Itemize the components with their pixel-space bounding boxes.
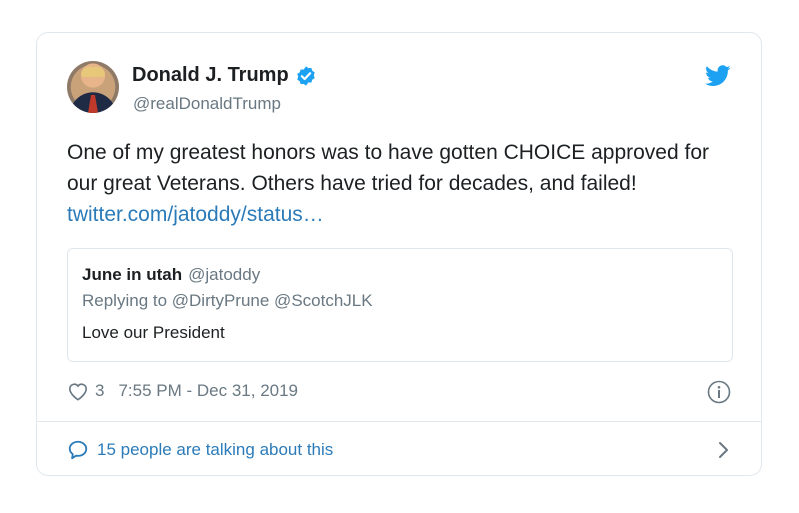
author-name-row: Donald J. Trump	[132, 64, 317, 87]
conversation-label[interactable]: 15 people are talking about this	[97, 440, 333, 460]
tweet-text: One of my greatest honors was to have go…	[67, 137, 737, 230]
timestamp[interactable]: 7:55 PM - Dec 31, 2019	[118, 381, 298, 401]
verified-badge-icon	[296, 65, 315, 86]
embedded-tweet-card: Donald J. Trump @realDonaldTrump One of …	[36, 32, 762, 476]
twitter-bird-icon[interactable]	[705, 65, 731, 87]
quoted-text: Love our President	[82, 323, 225, 342]
tweet-link[interactable]: twitter.com/jatoddy/status…	[67, 203, 324, 226]
author-handle[interactable]: @realDonaldTrump	[133, 94, 281, 114]
speech-bubble-icon	[68, 440, 88, 460]
quoted-author-handle: @jatoddy	[188, 265, 261, 284]
author-name[interactable]: Donald J. Trump	[132, 64, 289, 87]
tweet-meta: 3 7:55 PM - Dec 31, 2019	[67, 378, 298, 404]
tweet-body: One of my greatest honors was to have go…	[67, 141, 709, 195]
chevron-right-icon[interactable]	[717, 440, 731, 460]
conversation-link[interactable]: 15 people are talking about this	[67, 437, 731, 463]
quoted-author-name: June in utah	[82, 265, 183, 284]
info-icon[interactable]	[707, 380, 731, 404]
heart-icon[interactable]	[67, 381, 89, 401]
quoted-tweet[interactable]: June in utah @jatoddy Replying to @DirtyP…	[67, 248, 733, 362]
quoted-replying-to: Replying to @DirtyPrune @ScotchJLK	[82, 291, 373, 310]
footer-divider	[37, 421, 761, 422]
like-count[interactable]: 3	[95, 381, 104, 401]
author-avatar[interactable]	[67, 61, 119, 113]
quoted-author-row: June in utah @jatoddy	[82, 265, 260, 285]
